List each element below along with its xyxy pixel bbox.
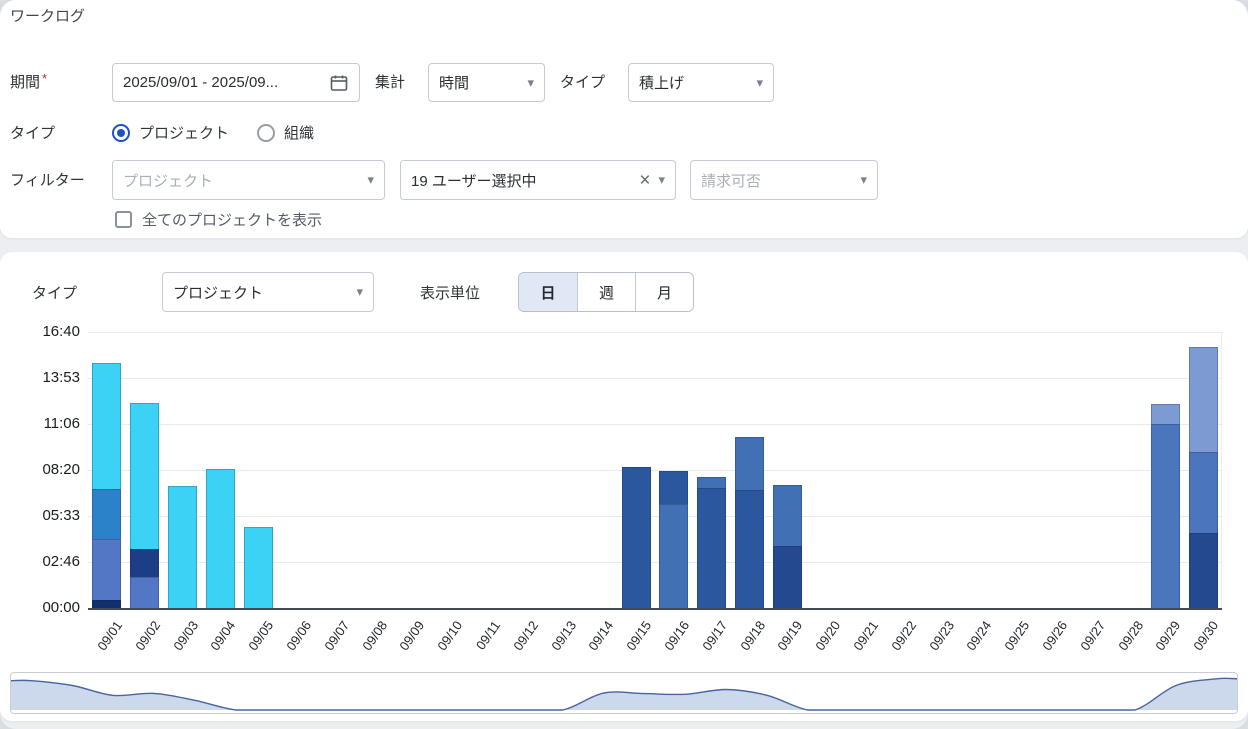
plot-area [88, 332, 1222, 610]
bar-09/03[interactable] [168, 486, 197, 608]
y-tick-label: 08:20 [16, 460, 80, 480]
filter-label: フィルター [10, 170, 85, 192]
bar-segment [206, 469, 235, 608]
x-axis-labels: 09/0109/0209/0309/0409/0509/0609/0709/08… [88, 612, 1222, 674]
radio-organization-label: 組織 [284, 123, 314, 145]
unit-button-day[interactable]: 日 [519, 273, 577, 311]
clear-icon[interactable]: × [639, 171, 650, 190]
gridline [88, 332, 1222, 333]
bar-segment [697, 488, 726, 608]
bar-09/05[interactable] [244, 527, 273, 608]
bar-segment [1189, 533, 1218, 608]
bar-segment [130, 549, 159, 577]
bar-segment [659, 471, 688, 504]
radio-project-label: プロジェクト [139, 123, 229, 145]
billable-filter-placeholder: 請求可否 [701, 170, 852, 191]
bar-09/18[interactable] [735, 437, 764, 608]
bar-segment [773, 546, 802, 608]
gridline [88, 470, 1222, 471]
overview-brush[interactable] [10, 672, 1238, 714]
bar-segment [1189, 452, 1218, 533]
chevron-down-icon: ▾ [367, 172, 374, 188]
bar-segment [659, 504, 688, 608]
chevron-down-icon: ▾ [756, 75, 763, 91]
bar-segment [1151, 404, 1180, 424]
unit-button-month[interactable]: 月 [635, 273, 693, 311]
bar-segment [92, 363, 121, 489]
y-axis: 00:00 02:46 05:33 08:20 11:06 13:53 16:40 [16, 252, 80, 721]
panel-type-select[interactable]: プロジェクト ▾ [162, 272, 374, 312]
bar-09/16[interactable] [659, 471, 688, 608]
calendar-icon[interactable] [329, 73, 349, 93]
bar-segment [168, 486, 197, 608]
bar-09/01[interactable] [92, 363, 121, 608]
period-label: 期間* [10, 72, 47, 94]
show-all-label: 全てのプロジェクトを表示 [142, 211, 322, 231]
bar-segment [622, 467, 651, 608]
chevron-down-icon: ▾ [527, 75, 534, 91]
y-tick-label: 11:06 [16, 414, 80, 434]
bar-segment [735, 490, 764, 608]
period-label-text: 期間 [10, 74, 40, 91]
gridline [88, 424, 1222, 425]
project-filter-select[interactable]: プロジェクト ▾ [112, 160, 385, 200]
project-filter-placeholder: プロジェクト [123, 170, 359, 191]
aggregate-select[interactable]: 時間 ▾ [428, 63, 545, 102]
chart-card: タイプ プロジェクト ▾ 表示単位 日 週 月 00:0002:4605:330… [0, 252, 1248, 721]
y-tick-label: 05:33 [16, 506, 80, 526]
bar-09/04[interactable] [206, 469, 235, 608]
radio-organization[interactable] [257, 124, 275, 142]
filters-card: ワークログ 期間* 2025/09/01 - 2025/09... 集計 時間 … [0, 0, 1248, 238]
panel-type-value: プロジェクト [173, 282, 348, 303]
period-input[interactable]: 2025/09/01 - 2025/09... [112, 63, 360, 102]
gridline [88, 516, 1222, 517]
unit-label: 表示単位 [420, 283, 480, 305]
target-type-label: タイプ [10, 123, 55, 145]
bar-09/02[interactable] [130, 403, 159, 608]
show-all-checkbox[interactable] [115, 211, 132, 228]
user-filter-select[interactable]: 19 ユーザー選択中 × ▾ [400, 160, 676, 200]
chevron-down-icon: ▾ [860, 172, 867, 188]
y-tick-label: 02:46 [16, 552, 80, 572]
bar-segment [130, 403, 159, 549]
unit-button-week[interactable]: 週 [577, 273, 635, 311]
y-tick-label: 13:53 [16, 368, 80, 388]
stack-type-label: タイプ [560, 72, 605, 94]
bar-segment [697, 477, 726, 488]
aggregate-value: 時間 [439, 72, 519, 93]
user-filter-value: 19 ユーザー選択中 [411, 170, 631, 191]
bar-segment [735, 437, 764, 490]
aggregate-label: 集計 [375, 72, 405, 94]
page-title: ワークログ [10, 6, 85, 28]
unit-toggle-group: 日 週 月 [518, 272, 694, 312]
chevron-down-icon: ▾ [658, 172, 665, 188]
y-tick-label: 16:40 [16, 322, 80, 342]
bar-segment [92, 539, 121, 600]
bar-segment [92, 600, 121, 608]
bar-09/17[interactable] [697, 477, 726, 608]
chevron-down-icon: ▾ [356, 284, 363, 300]
radio-project[interactable] [112, 124, 130, 142]
bar-segment [244, 527, 273, 608]
gridline [88, 378, 1222, 379]
billable-filter-select[interactable]: 請求可否 ▾ [690, 160, 878, 200]
bar-segment [1189, 347, 1218, 452]
overview-area [11, 673, 1237, 713]
stack-type-value: 積上げ [639, 72, 748, 93]
stack-type-select[interactable]: 積上げ ▾ [628, 63, 774, 102]
bar-segment [1151, 424, 1180, 608]
bar-09/30[interactable] [1189, 347, 1218, 608]
bar-09/19[interactable] [773, 485, 802, 608]
bar-segment [130, 577, 159, 608]
worklog-screen: ワークログ 期間* 2025/09/01 - 2025/09... 集計 時間 … [0, 0, 1248, 729]
bar-segment [92, 489, 121, 539]
bar-09/15[interactable] [622, 467, 651, 608]
period-value: 2025/09/01 - 2025/09... [123, 74, 321, 91]
y-tick-label: 00:00 [16, 598, 80, 618]
required-asterisk: * [42, 71, 47, 86]
bar-segment [773, 485, 802, 546]
bar-09/29[interactable] [1151, 404, 1180, 608]
